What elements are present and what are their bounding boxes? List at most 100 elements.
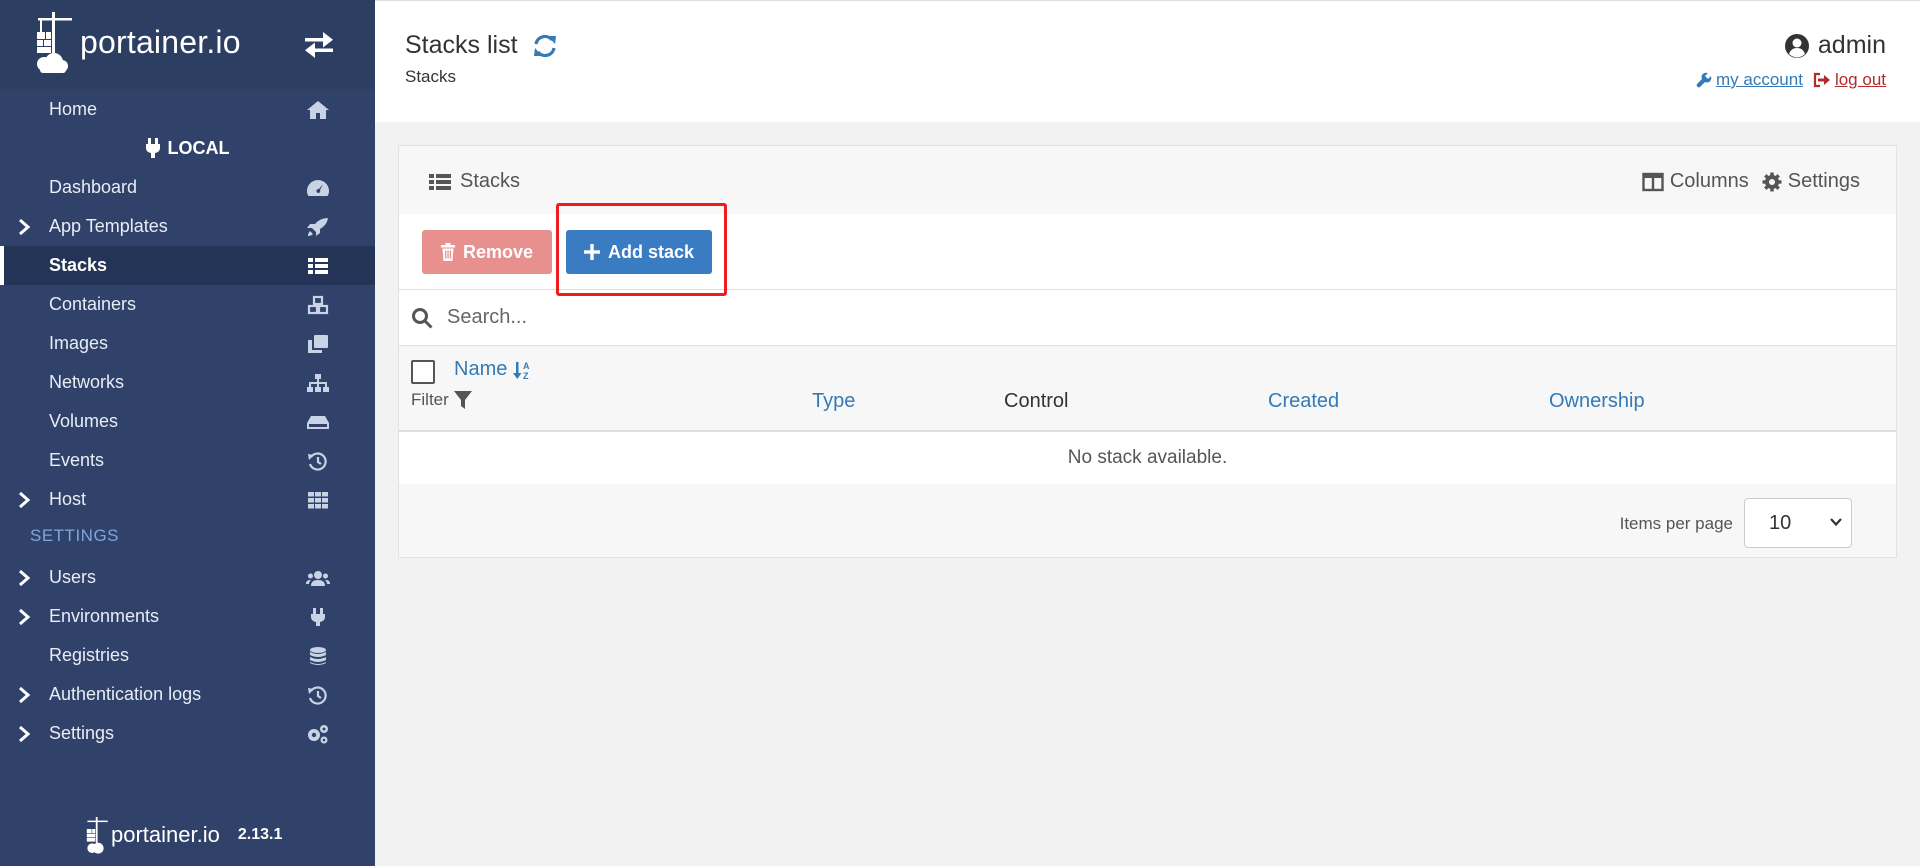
- sidebar-item-app-templates[interactable]: App Templates: [0, 207, 375, 246]
- sidebar-item-host[interactable]: Host: [0, 480, 375, 519]
- environment-name: LOCAL: [167, 137, 230, 158]
- columns-label: Columns: [1669, 170, 1749, 192]
- page-header: Stacks list Stacks admin my account log …: [375, 0, 1920, 122]
- page-title: Stacks list: [405, 31, 558, 60]
- portainer-crane-icon: [86, 817, 108, 854]
- svg-text:Z: Z: [523, 371, 529, 380]
- type-column-header[interactable]: Type: [812, 390, 855, 413]
- page-title-text: Stacks list: [405, 31, 518, 59]
- history-icon: [308, 452, 327, 471]
- items-per-page-select[interactable]: 10: [1744, 498, 1852, 548]
- control-column-header: Control: [1004, 390, 1069, 412]
- plug-icon: [311, 608, 325, 626]
- sidebar-item-events[interactable]: Events: [0, 441, 375, 480]
- username-text: admin: [1817, 31, 1886, 59]
- gear-icon: [1762, 172, 1782, 191]
- sidebar-item-label: Networks: [49, 372, 125, 392]
- items-per-page-label: Items per page: [1619, 514, 1733, 533]
- sidebar-item-users[interactable]: Users: [0, 558, 375, 597]
- sidebar-item-label: Environments: [49, 606, 160, 626]
- columns-button[interactable]: Columns: [1642, 170, 1749, 193]
- search-icon: [412, 307, 433, 329]
- sidebar-item-volumes[interactable]: Volumes: [0, 402, 375, 441]
- chevron-right-icon: [19, 608, 31, 626]
- name-header-label: Name: [454, 358, 508, 380]
- clone-icon: [308, 335, 328, 353]
- sidebar-item-images[interactable]: Images: [0, 324, 375, 363]
- sidebar-footer: portainer.io 2.13.1: [85, 815, 282, 855]
- chevron-right-icon: [19, 686, 31, 704]
- remove-button[interactable]: Remove: [422, 230, 552, 274]
- items-per-page-value: 10: [1769, 512, 1792, 534]
- name-column-header[interactable]: Name AZ: [454, 358, 533, 381]
- sidebar-item-networks[interactable]: Networks: [0, 363, 375, 402]
- filter-icon: [453, 391, 472, 409]
- sidebar-item-label: Dashboard: [49, 177, 138, 197]
- user-links: my account log out: [1696, 70, 1886, 90]
- sidebar-item-label: Events: [49, 450, 105, 470]
- sidebar-item-label: Containers: [49, 294, 137, 314]
- empty-table-message: No stack available.: [399, 432, 1896, 484]
- th-list-icon: [429, 173, 451, 190]
- logo-text: portainer.io: [80, 23, 241, 60]
- cogs-icon: [308, 725, 328, 744]
- home-icon: [307, 101, 329, 119]
- rocket-icon: [307, 218, 328, 236]
- user-name: admin: [1696, 31, 1886, 60]
- trash-icon: [440, 243, 455, 261]
- columns-icon: [1642, 172, 1664, 191]
- environment-title: LOCAL: [0, 132, 375, 164]
- filter-control[interactable]: Filter: [411, 390, 473, 410]
- portainer-logo[interactable]: portainer.io: [34, 10, 241, 74]
- remove-label: Remove: [462, 241, 534, 262]
- refresh-icon[interactable]: [532, 33, 558, 59]
- sidebar-header: portainer.io: [0, 0, 375, 89]
- plug-icon: [145, 138, 160, 158]
- sort-alpha-icon: AZ: [513, 361, 530, 380]
- users-icon: [306, 571, 330, 586]
- table-footer: Items per page 10: [399, 484, 1896, 559]
- sidebar-item-label: Users: [49, 567, 97, 587]
- sign-out-icon: [1813, 72, 1830, 88]
- database-icon: [310, 647, 326, 665]
- sidebar-item-environments[interactable]: Environments: [0, 597, 375, 636]
- sidebar-item-label: Home: [49, 99, 98, 119]
- chevron-right-icon: [19, 218, 31, 236]
- svg-text:A: A: [523, 361, 530, 371]
- sidebar-item-stacks[interactable]: Stacks: [0, 246, 375, 285]
- hdd-icon: [307, 416, 329, 429]
- search-bar: [399, 290, 1896, 346]
- my-account-link[interactable]: my account: [1696, 70, 1803, 90]
- select-all-checkbox[interactable]: [411, 360, 435, 384]
- cubes-icon: [307, 295, 329, 315]
- tachometer-icon: [307, 180, 329, 196]
- widget-tools: Columns Settings: [1629, 170, 1860, 193]
- settings-section-title: SETTINGS: [30, 526, 120, 545]
- sidebar-item-label: Volumes: [49, 411, 119, 431]
- user-circle-icon: [1784, 33, 1809, 58]
- created-column-header[interactable]: Created: [1268, 390, 1339, 413]
- table-settings-button[interactable]: Settings: [1762, 170, 1860, 193]
- sidebar-item-home[interactable]: Home: [0, 90, 375, 129]
- version-label: 2.13.1: [237, 826, 283, 843]
- sidebar-item-label: Stacks: [49, 255, 108, 275]
- sidebar-item-settings[interactable]: Settings: [0, 714, 375, 753]
- sidebar-item-label: Authentication logs: [49, 684, 202, 704]
- search-input[interactable]: [445, 305, 1749, 330]
- th-icon: [308, 492, 328, 509]
- settings-label: Settings: [1787, 170, 1860, 192]
- filter-label: Filter: [411, 390, 449, 409]
- sidebar-item-containers[interactable]: Containers: [0, 285, 375, 324]
- chevron-down-icon: [1830, 518, 1842, 527]
- user-box: admin my account log out: [1696, 31, 1886, 90]
- ownership-column-header[interactable]: Ownership: [1549, 390, 1645, 413]
- sidebar-item-registries[interactable]: Registries: [0, 636, 375, 675]
- sidebar-item-dashboard[interactable]: Dashboard: [0, 168, 375, 207]
- th-list-icon: [308, 258, 328, 274]
- sidebar-item-authentication-logs[interactable]: Authentication logs: [0, 675, 375, 714]
- sidebar-item-label: Settings: [49, 723, 115, 743]
- sidebar-item-label: App Templates: [49, 216, 168, 236]
- sidebar-toggle-icon[interactable]: [303, 32, 335, 58]
- logout-link[interactable]: log out: [1813, 70, 1886, 90]
- history-icon: [308, 686, 327, 705]
